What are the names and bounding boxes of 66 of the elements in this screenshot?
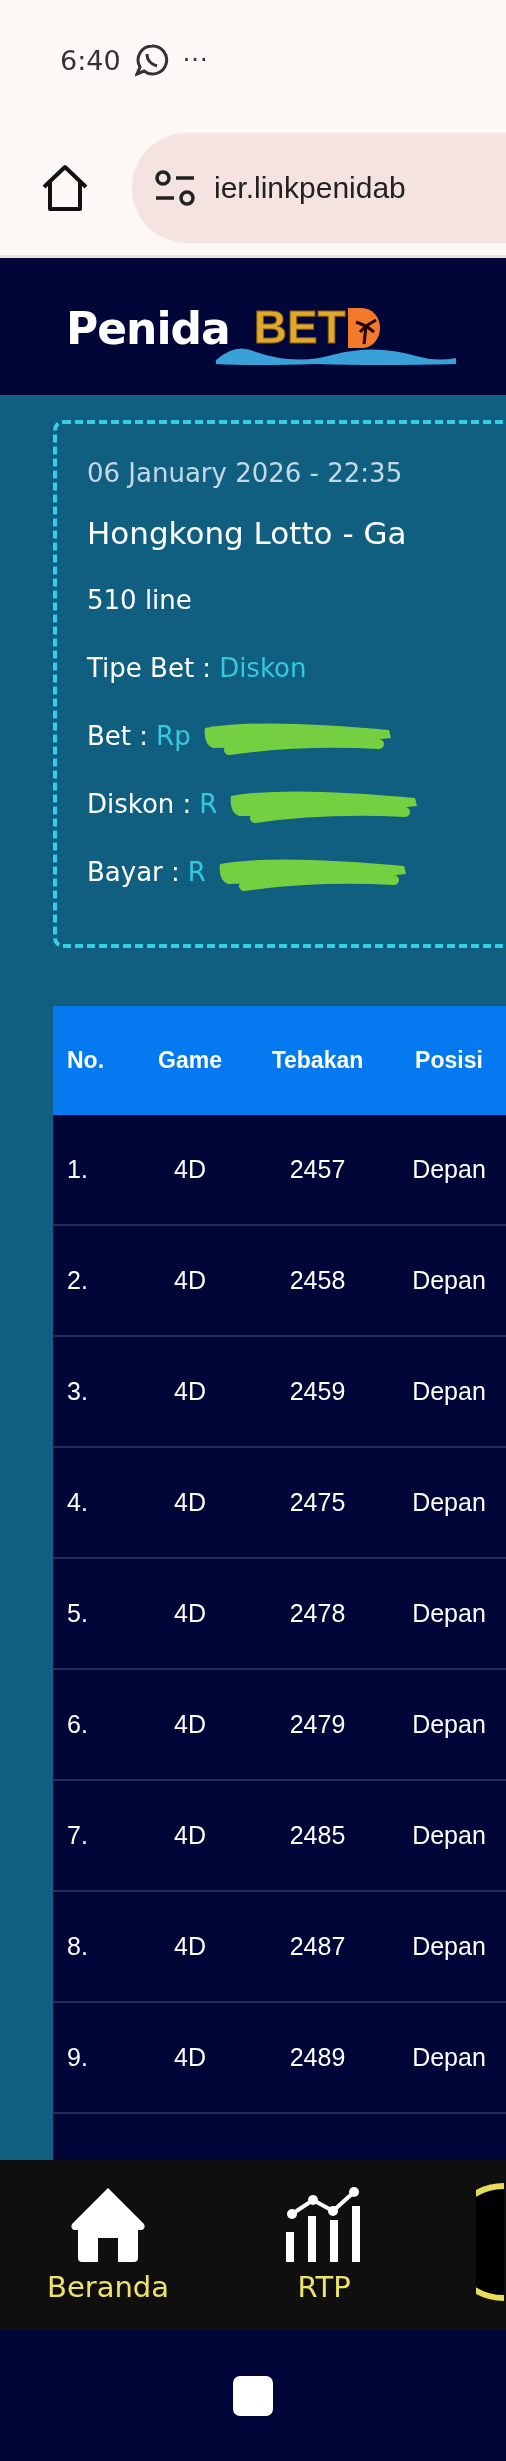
table-cell-text: 2458 xyxy=(288,1266,347,1295)
table-cell-text: Depan xyxy=(411,1155,487,1184)
status-time: 6:40 xyxy=(60,44,121,76)
chat-bubble-icon xyxy=(134,43,169,77)
chart-icon xyxy=(286,2186,362,2262)
table-cell-text: Depan xyxy=(411,1710,487,1739)
table-cell-text: 4D xyxy=(173,1488,207,1517)
column-header: Tebakan xyxy=(270,1047,365,1074)
more-notifications: ··· xyxy=(182,46,209,74)
url-text: ier.linkpenidab xyxy=(214,170,406,205)
table-cell-text: 4D xyxy=(173,1599,207,1628)
table-cell-text: 2457 xyxy=(288,1155,347,1184)
table-cell-text: Depan xyxy=(411,1932,487,1961)
table-cell-text: 2489 xyxy=(288,2043,347,2072)
table-cell-text: 4D xyxy=(173,1155,207,1184)
table-cell-text: Depan xyxy=(411,1821,487,1850)
table-cell-text: 2479 xyxy=(288,1710,347,1739)
table-cell-text: Depan xyxy=(411,1377,487,1406)
nav-item[interactable]: Beranda xyxy=(47,2186,169,2304)
table-cell-text: 2459 xyxy=(288,1377,347,1406)
table-cell-text: 9. xyxy=(66,2043,89,2072)
column-header: No. xyxy=(66,1047,106,1074)
field-label: Diskon : xyxy=(87,788,192,819)
table-cell-text: 2. xyxy=(66,1266,89,1295)
table-cell-text: Depan xyxy=(411,1488,487,1517)
table-cell-text: 4D xyxy=(173,2043,207,2072)
table-cell-text: 2487 xyxy=(288,1932,347,1961)
line-count: 510 line xyxy=(87,583,193,617)
table-cell-text: 5. xyxy=(66,1599,89,1628)
table-cell-text: 1. xyxy=(66,1155,89,1184)
table-cell-text: 4D xyxy=(173,1266,207,1295)
table-cell-text: 8. xyxy=(66,1932,89,1961)
table-cell-text: 4. xyxy=(66,1488,89,1517)
field-value: R xyxy=(187,856,206,887)
overview-button[interactable] xyxy=(233,2375,273,2416)
home-icon xyxy=(70,2186,146,2262)
field-value: Diskon xyxy=(219,652,307,683)
table-cell-text: 2478 xyxy=(288,1599,347,1628)
table-cell-text: 4D xyxy=(173,1932,207,1961)
table-cell-text: 2475 xyxy=(288,1488,347,1517)
bet-title: Hongkong Lotto - Ga xyxy=(87,515,408,551)
table-cell-text: 3. xyxy=(66,1377,89,1406)
tune-icon xyxy=(154,169,196,206)
table-cell-text: 2485 xyxy=(288,1821,347,1850)
field-value: Rp xyxy=(156,720,191,751)
address-bar[interactable]: ier.linkpenidab xyxy=(132,132,506,243)
column-header: Game xyxy=(157,1047,223,1074)
nav-item[interactable]: RTP xyxy=(286,2186,362,2304)
table-cell-text: 6. xyxy=(66,1710,89,1739)
home-icon[interactable] xyxy=(40,162,90,213)
field-value: R xyxy=(199,788,218,819)
ring-icon[interactable] xyxy=(476,2182,506,2302)
field-label: Bet : xyxy=(87,720,149,751)
logo-wordmark: BET xyxy=(253,299,346,354)
column-header: Posisi xyxy=(414,1047,484,1074)
table-cell-text: 4D xyxy=(173,1377,207,1406)
table-cell-text: Depan xyxy=(411,2043,487,2072)
field-label: Bayar : xyxy=(87,856,180,887)
table-cell-text: 4D xyxy=(173,1821,207,1850)
field-label: Tipe Bet : xyxy=(87,652,212,683)
table-cell-text: 4D xyxy=(173,1710,207,1739)
table-cell-text: 7. xyxy=(66,1821,89,1850)
table-cell-text: Depan xyxy=(411,1599,487,1628)
logo-wordmark: Penida xyxy=(66,302,230,354)
bet-date: 06 January 2026 - 22:35 xyxy=(87,458,404,488)
table-cell-text: Depan xyxy=(411,1266,487,1295)
